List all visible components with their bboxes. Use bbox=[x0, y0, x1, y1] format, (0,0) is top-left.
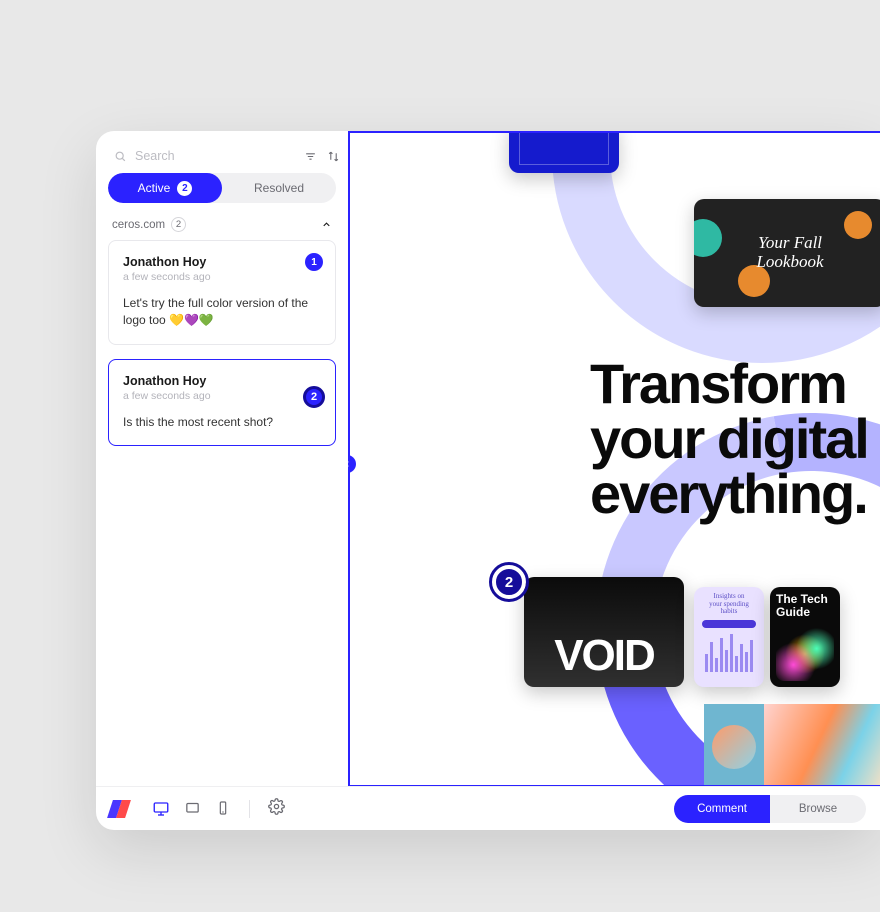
filter-icon[interactable] bbox=[304, 150, 317, 163]
page-canvas[interactable]: Your Fall Lookbook Transform your digita… bbox=[348, 131, 880, 786]
group-count: 2 bbox=[171, 217, 186, 232]
comment-card[interactable]: 2 Jonathon Hoy a few seconds ago Is this… bbox=[108, 359, 336, 446]
tile-void-label: VOID bbox=[554, 631, 654, 681]
tile-lookbook-caption: Your Fall Lookbook bbox=[756, 234, 823, 271]
comment-tabs: Active 2 Resolved bbox=[108, 173, 336, 203]
device-mobile-icon[interactable] bbox=[215, 800, 231, 818]
tab-active[interactable]: Active 2 bbox=[108, 173, 222, 203]
comment-time: a few seconds ago bbox=[123, 271, 321, 283]
tab-active-label: Active bbox=[138, 181, 171, 195]
tile-lookbook: Your Fall Lookbook bbox=[694, 199, 880, 307]
tile-gradient bbox=[704, 704, 880, 786]
sort-icon[interactable] bbox=[327, 150, 340, 163]
app-window: Active 2 Resolved ceros.com 2 1 Jonathon… bbox=[96, 131, 880, 830]
tile-blueprint bbox=[509, 131, 619, 173]
settings-gear-icon[interactable] bbox=[268, 798, 285, 820]
preview-area: Your Fall Lookbook Transform your digita… bbox=[348, 131, 880, 786]
hero-headline: Transform your digital everything. bbox=[590, 357, 868, 522]
comment-group-header[interactable]: ceros.com 2 bbox=[108, 203, 336, 240]
comments-sidebar: Active 2 Resolved ceros.com 2 1 Jonathon… bbox=[96, 131, 348, 786]
comment-message: Let's try the full color version of the … bbox=[123, 295, 321, 330]
search-icon bbox=[114, 150, 127, 163]
tile-techguide-title: The Tech Guide bbox=[776, 593, 834, 618]
footer-toolbar: Comment Browse bbox=[96, 786, 880, 830]
mode-switch: Comment Browse bbox=[674, 795, 866, 823]
canvas-pin-marker[interactable]: 2 bbox=[492, 565, 526, 599]
device-desktop-icon[interactable] bbox=[152, 800, 170, 818]
tab-active-count: 2 bbox=[177, 181, 192, 196]
comment-author: Jonathon Hoy bbox=[123, 255, 321, 269]
comment-message: Is this the most recent shot? bbox=[123, 414, 321, 431]
tile-techguide: The Tech Guide bbox=[770, 587, 840, 687]
chevron-up-icon bbox=[321, 219, 332, 230]
tile-void: VOID bbox=[524, 577, 684, 687]
separator bbox=[249, 800, 250, 818]
tab-resolved[interactable]: Resolved bbox=[222, 173, 336, 203]
app-logo[interactable] bbox=[110, 800, 130, 818]
mode-comment-label: Comment bbox=[697, 803, 747, 815]
search-input[interactable] bbox=[135, 149, 296, 163]
device-tablet-icon[interactable] bbox=[184, 800, 201, 818]
group-label: ceros.com bbox=[112, 219, 165, 231]
mode-comment-button[interactable]: Comment bbox=[674, 795, 770, 823]
comment-pin-badge: 1 bbox=[305, 253, 323, 271]
comment-author: Jonathon Hoy bbox=[123, 374, 321, 388]
mode-browse-label: Browse bbox=[799, 803, 837, 815]
comment-pin-badge: 2 bbox=[303, 386, 325, 408]
comment-time: a few seconds ago bbox=[123, 390, 321, 402]
tile-insights: Insights on your spending habits bbox=[694, 587, 764, 687]
comment-card[interactable]: 1 Jonathon Hoy a few seconds ago Let's t… bbox=[108, 240, 336, 345]
tab-resolved-label: Resolved bbox=[254, 181, 304, 195]
tile-insights-title: Insights on your spending habits bbox=[699, 593, 759, 616]
mode-browse-button[interactable]: Browse bbox=[770, 795, 866, 823]
